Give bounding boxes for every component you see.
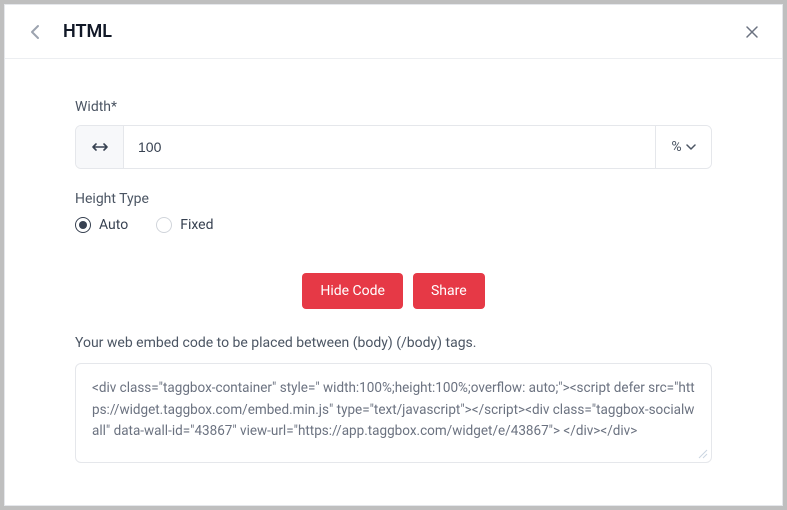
height-type-auto-option[interactable]: Auto bbox=[75, 217, 128, 233]
modal-container: HTML Width* % Height Type bbox=[4, 4, 783, 506]
width-input[interactable] bbox=[124, 126, 655, 168]
width-input-group: % bbox=[75, 125, 712, 169]
radio-selected-icon bbox=[75, 217, 91, 233]
height-type-radio-group: Auto Fixed bbox=[75, 217, 712, 233]
resize-handle-icon bbox=[698, 449, 708, 459]
width-unit-select[interactable]: % bbox=[655, 126, 711, 168]
embed-code-content: <div class="taggbox-container" style=" w… bbox=[92, 380, 695, 439]
close-button[interactable] bbox=[742, 22, 762, 42]
hide-code-button[interactable]: Hide Code bbox=[302, 273, 403, 309]
width-unit-label: % bbox=[671, 139, 681, 155]
arrows-horizontal-icon bbox=[91, 141, 109, 153]
share-button[interactable]: Share bbox=[413, 273, 485, 309]
width-icon-addon bbox=[76, 126, 124, 168]
action-buttons-row: Hide Code Share bbox=[75, 273, 712, 309]
modal-title: HTML bbox=[63, 21, 112, 42]
modal-header: HTML bbox=[5, 5, 782, 59]
back-button[interactable] bbox=[25, 22, 45, 42]
modal-body: Width* % Height Type bbox=[5, 59, 782, 505]
embed-hint-text: Your web embed code to be placed between… bbox=[75, 335, 712, 351]
radio-unselected-icon bbox=[156, 217, 172, 233]
width-label: Width* bbox=[75, 99, 712, 115]
height-type-auto-label: Auto bbox=[99, 217, 128, 233]
close-icon bbox=[745, 25, 759, 39]
chevron-down-icon bbox=[686, 144, 696, 150]
height-type-section: Height Type Auto Fixed bbox=[75, 191, 712, 233]
height-type-label: Height Type bbox=[75, 191, 712, 207]
chevron-left-icon bbox=[30, 24, 40, 40]
height-type-fixed-option[interactable]: Fixed bbox=[156, 217, 213, 233]
height-type-fixed-label: Fixed bbox=[180, 217, 213, 233]
embed-code-textarea[interactable]: <div class="taggbox-container" style=" w… bbox=[75, 363, 712, 463]
